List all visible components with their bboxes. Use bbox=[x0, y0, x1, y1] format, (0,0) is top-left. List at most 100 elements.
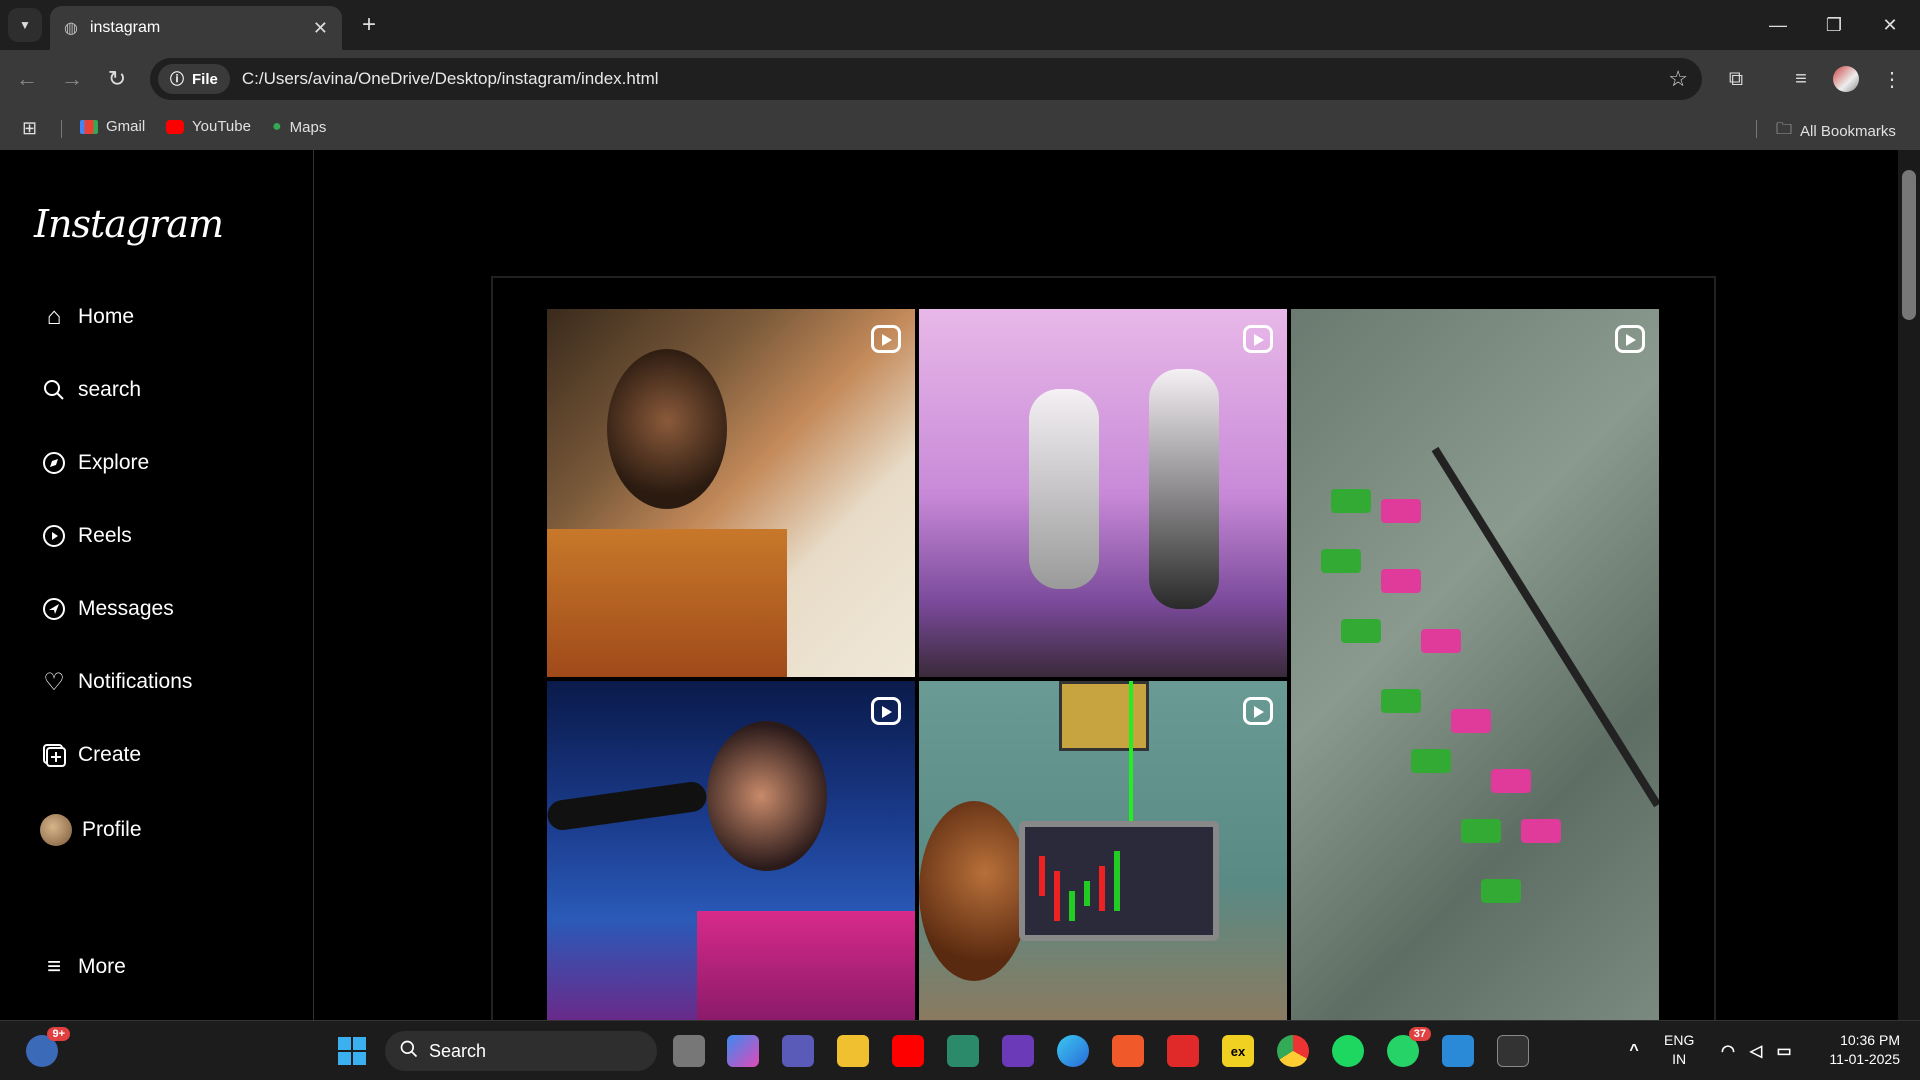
language-code: ENG bbox=[1664, 1032, 1695, 1048]
send-icon bbox=[40, 595, 68, 623]
sidebar-item-explore[interactable]: Explore bbox=[40, 449, 149, 477]
globe-icon: ◍ bbox=[64, 20, 78, 37]
heart-icon: ♡ bbox=[43, 668, 65, 696]
all-bookmarks-button[interactable]: 🗀 All Bookmarks bbox=[1776, 118, 1896, 145]
close-icon[interactable]: ✕ bbox=[313, 18, 328, 39]
scrollbar-thumb[interactable] bbox=[1902, 170, 1916, 320]
brave-icon[interactable] bbox=[1112, 1035, 1144, 1067]
media-control-icon[interactable]: ≡ bbox=[1785, 64, 1817, 94]
sidebar-item-label: Home bbox=[78, 305, 135, 328]
sidebar-item-label: Messages bbox=[78, 597, 174, 620]
tab-title: instagram bbox=[89, 19, 161, 36]
sidebar-item-label: search bbox=[78, 378, 142, 401]
reel-thumbnail[interactable] bbox=[919, 309, 1287, 677]
clock[interactable]: 10:36 PM 11-01-2025 bbox=[1810, 1031, 1900, 1069]
reel-icon bbox=[871, 697, 901, 725]
sidebar-item-more[interactable]: ≡ More bbox=[40, 953, 126, 981]
terminal-icon[interactable] bbox=[1497, 1035, 1529, 1067]
reels-icon bbox=[40, 522, 68, 550]
vscode-icon[interactable] bbox=[1442, 1035, 1474, 1067]
sidebar-item-label: More bbox=[78, 955, 126, 978]
url-text: C:/Users/avina/OneDrive/Desktop/instagra… bbox=[241, 69, 659, 88]
task-view-icon[interactable] bbox=[673, 1035, 705, 1067]
battery-icon[interactable]: ▭ bbox=[1768, 1035, 1800, 1067]
page-content: Instagram ⌂ Home search Explore Reels Me… bbox=[0, 150, 1920, 1020]
chrome-icon[interactable] bbox=[1277, 1035, 1309, 1067]
youtube-app-icon[interactable] bbox=[892, 1035, 924, 1067]
sidebar: Instagram ⌂ Home search Explore Reels Me… bbox=[0, 150, 314, 1020]
edge-icon[interactable] bbox=[1057, 1035, 1089, 1067]
bookmark-maps[interactable]: ● Maps bbox=[272, 118, 326, 136]
exness-icon[interactable]: ex bbox=[1222, 1035, 1254, 1067]
region-code: IN bbox=[1672, 1051, 1687, 1067]
weather-widget-icon[interactable]: 9+ bbox=[26, 1027, 70, 1067]
sidebar-item-label: Reels bbox=[78, 524, 132, 547]
instagram-logo[interactable]: Instagram bbox=[34, 202, 224, 246]
browser-tab[interactable]: ◍ instagram ✕ bbox=[50, 6, 342, 50]
minimize-button[interactable]: — bbox=[1750, 0, 1806, 50]
page-scrollbar[interactable] bbox=[1898, 150, 1920, 1020]
close-window-button[interactable]: ✕ bbox=[1862, 0, 1918, 50]
search-icon bbox=[40, 376, 68, 404]
sidebar-item-create[interactable]: Create bbox=[40, 741, 141, 769]
address-bar[interactable]: ⓘ File C:/Users/avina/OneDrive/Desktop/i… bbox=[150, 58, 1702, 100]
sidebar-item-reels[interactable]: Reels bbox=[40, 522, 132, 550]
chevron-down-icon: ▼ bbox=[19, 18, 31, 32]
reel-thumbnail[interactable] bbox=[547, 309, 915, 677]
sidebar-item-notifications[interactable]: ♡ Notifications bbox=[40, 668, 192, 696]
tab-strip: ▼ ◍ instagram ✕ + — ❐ ✕ bbox=[0, 0, 1920, 50]
site-info-chip[interactable]: ⓘ File bbox=[158, 64, 230, 94]
reel-icon bbox=[1243, 325, 1273, 353]
compass-icon bbox=[40, 449, 68, 477]
taskbar-search[interactable]: Search bbox=[385, 1031, 657, 1071]
forward-button[interactable]: → bbox=[57, 64, 87, 94]
clock-date: 11-01-2025 bbox=[1829, 1051, 1900, 1067]
clock-time: 10:36 PM bbox=[1840, 1032, 1900, 1048]
teams-icon[interactable] bbox=[782, 1035, 814, 1067]
reel-icon bbox=[1615, 325, 1645, 353]
bookmark-gmail[interactable]: Gmail bbox=[80, 118, 145, 135]
copilot-icon[interactable] bbox=[727, 1035, 759, 1067]
apps-grid-icon[interactable]: ⊞ bbox=[22, 118, 37, 139]
star-icon[interactable]: ☆ bbox=[1668, 66, 1688, 92]
sidebar-item-search[interactable]: search bbox=[40, 376, 141, 404]
site-info-label: File bbox=[192, 70, 218, 88]
bookmark-youtube[interactable]: YouTube bbox=[166, 118, 251, 135]
spotify-icon[interactable] bbox=[1332, 1035, 1364, 1067]
file-explorer-icon[interactable] bbox=[837, 1035, 869, 1067]
restore-button[interactable]: ❐ bbox=[1806, 0, 1862, 50]
tab-search-button[interactable]: ▼ bbox=[8, 8, 42, 42]
bookmark-label: Maps bbox=[289, 118, 327, 136]
browser-toolbar: ← → ↻ ⓘ File C:/Users/avina/OneDrive/Des… bbox=[0, 50, 1920, 108]
new-tab-button[interactable]: + bbox=[352, 10, 386, 40]
avatar bbox=[40, 814, 72, 846]
widget-badge: 9+ bbox=[47, 1027, 70, 1041]
chatgpt-icon[interactable] bbox=[947, 1035, 979, 1067]
youtube-icon bbox=[166, 119, 184, 134]
reel-icon bbox=[871, 325, 901, 353]
extensions-icon[interactable]: ⧉ bbox=[1720, 64, 1752, 94]
bookmark-label: Gmail bbox=[106, 118, 146, 135]
reload-button[interactable]: ↻ bbox=[102, 64, 132, 94]
chevron-up-icon[interactable]: ^ bbox=[1618, 1035, 1650, 1067]
whatsapp-badge: 37 bbox=[1408, 1027, 1431, 1041]
sidebar-item-messages[interactable]: Messages bbox=[40, 595, 174, 623]
upwork-icon[interactable] bbox=[1002, 1035, 1034, 1067]
profile-button[interactable] bbox=[1830, 64, 1862, 94]
back-button[interactable]: ← bbox=[12, 64, 42, 94]
reel-icon bbox=[1243, 697, 1273, 725]
sidebar-item-label: Explore bbox=[78, 451, 150, 474]
reel-thumbnail[interactable] bbox=[547, 681, 915, 1020]
sidebar-item-home[interactable]: ⌂ Home bbox=[40, 303, 134, 331]
windows-start-icon[interactable] bbox=[336, 1035, 368, 1067]
reel-thumbnail[interactable] bbox=[919, 681, 1287, 1020]
windows-taskbar: 9+ Search ex 37 ^ ENG IN ◠ ◁ ▭ 10:36 PM … bbox=[0, 1020, 1920, 1080]
language-indicator[interactable]: ENG IN bbox=[1664, 1031, 1694, 1069]
plus-square-icon bbox=[40, 741, 68, 769]
menu-kebab-icon[interactable]: ⋮ bbox=[1876, 64, 1908, 94]
whatsapp-icon[interactable]: 37 bbox=[1387, 1027, 1431, 1067]
reel-thumbnail[interactable] bbox=[1291, 309, 1659, 1020]
sidebar-item-profile[interactable]: Profile bbox=[40, 814, 142, 846]
all-bookmarks-label: All Bookmarks bbox=[1800, 123, 1896, 140]
anydesk-icon[interactable] bbox=[1167, 1035, 1199, 1067]
